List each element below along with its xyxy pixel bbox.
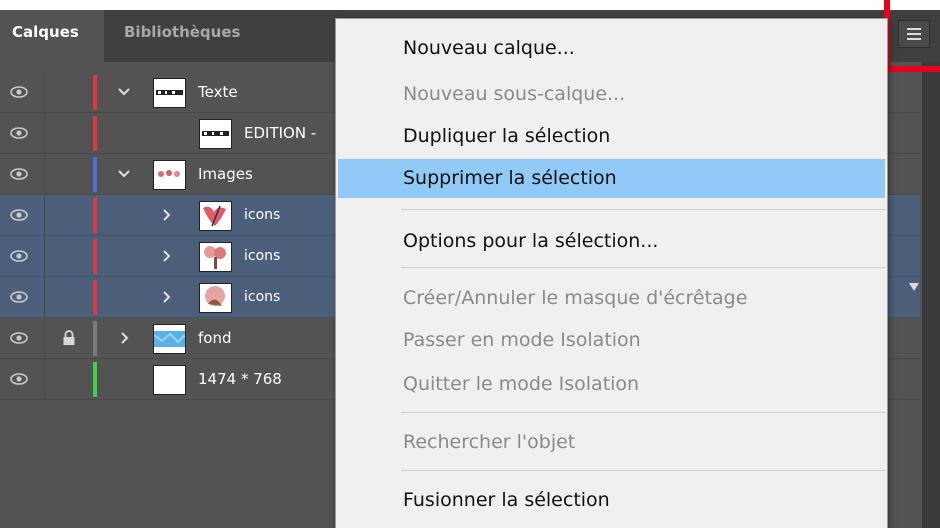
layer-name: icons: [244, 207, 281, 223]
menu-item-enter-isolation[interactable]: Passer en mode Isolation: [338, 321, 885, 360]
layer-thumbnail: [153, 324, 186, 354]
layer-name: fond: [198, 329, 232, 347]
layer-color-bar: [93, 198, 97, 233]
annotation-highlight-box: [884, 0, 940, 72]
layer-thumbnail: [199, 283, 232, 313]
menu-separator: [401, 267, 886, 268]
layer-color-bar: [93, 362, 97, 397]
column-divider: [44, 113, 45, 154]
menu-separator: [401, 412, 886, 413]
menu-item-delete-selection[interactable]: Supprimer la sélection: [338, 159, 885, 198]
layer-name: Images: [198, 165, 253, 183]
menu-separator: [401, 470, 886, 471]
scroll-down-arrow-icon[interactable]: [909, 283, 919, 291]
chevron-right-icon[interactable]: [159, 290, 173, 304]
layer-name: EDITION -: [244, 124, 317, 142]
tab-bibliotheques[interactable]: Bibliothèques: [104, 10, 274, 62]
layer-thumbnail: [199, 201, 232, 231]
layer-name: Texte: [198, 83, 238, 101]
eye-icon[interactable]: [10, 288, 28, 306]
menu-item-exit-isolation[interactable]: Quitter le mode Isolation: [338, 365, 885, 404]
menu-item-duplicate-selection[interactable]: Dupliquer la sélection: [338, 117, 885, 156]
layer-color-bar: [93, 280, 97, 315]
column-divider: [44, 154, 45, 195]
chevron-right-icon[interactable]: [159, 208, 173, 222]
column-divider: [44, 318, 45, 359]
tab-calques[interactable]: Calques: [0, 10, 104, 62]
panel-scrollbar[interactable]: [922, 62, 940, 528]
layer-color-bar: [93, 321, 97, 356]
menu-separator: [401, 209, 886, 210]
menu-item-merge-selection[interactable]: Fusionner la sélection: [338, 481, 885, 520]
column-divider: [44, 195, 45, 236]
layer-color-bar: [93, 239, 97, 274]
column-divider: [44, 277, 45, 318]
column-divider: [44, 72, 45, 113]
eye-icon[interactable]: [10, 247, 28, 265]
column-divider: [44, 359, 45, 400]
layer-name: 1474 * 768: [198, 370, 282, 388]
layer-thumbnail: [153, 365, 186, 395]
eye-icon[interactable]: [10, 329, 28, 347]
column-divider: [44, 236, 45, 277]
lock-icon[interactable]: [62, 330, 76, 346]
chevron-right-icon[interactable]: [117, 331, 131, 345]
layer-name: icons: [244, 289, 281, 305]
eye-icon[interactable]: [10, 124, 28, 142]
context-menu: Nouveau calque... Nouveau sous-calque...…: [335, 18, 888, 528]
menu-item-new-layer[interactable]: Nouveau calque...: [338, 29, 885, 68]
layer-name: icons: [244, 248, 281, 264]
chevron-right-icon[interactable]: [159, 249, 173, 263]
eye-icon[interactable]: [10, 83, 28, 101]
layer-color-bar: [93, 75, 97, 110]
eye-icon[interactable]: [10, 165, 28, 183]
eye-icon[interactable]: [10, 370, 28, 388]
layer-thumbnail: [153, 78, 186, 108]
layer-color-bar: [93, 116, 97, 151]
layer-thumbnail: [199, 119, 232, 149]
menu-item-selection-options[interactable]: Options pour la sélection...: [338, 222, 885, 261]
chevron-down-icon[interactable]: [117, 167, 131, 181]
eye-icon[interactable]: [10, 206, 28, 224]
chevron-down-icon[interactable]: [117, 85, 131, 99]
layer-thumbnail: [153, 160, 186, 190]
layer-color-bar: [93, 157, 97, 192]
top-strip: [0, 0, 940, 10]
menu-item-locate-object[interactable]: Rechercher l'objet: [338, 423, 885, 462]
menu-item-new-sublayer[interactable]: Nouveau sous-calque...: [338, 75, 885, 114]
menu-item-clipping-mask[interactable]: Créer/Annuler le masque d'écrêtage: [338, 279, 885, 318]
layer-thumbnail: [199, 242, 232, 272]
